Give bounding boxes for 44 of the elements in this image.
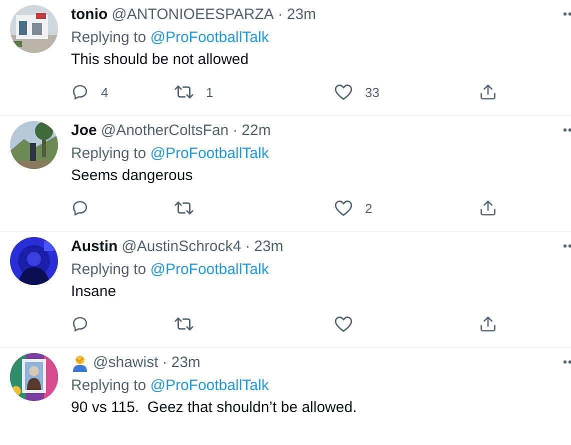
replying-label: Replying to: [71, 29, 146, 46]
user-handle[interactable]: @ANTONIOEESPARZA: [112, 4, 274, 26]
user-handle[interactable]: @AustinSchrock4: [122, 236, 242, 258]
more-icon[interactable]: [563, 244, 571, 248]
heart-icon[interactable]: [334, 315, 353, 333]
separator: ·: [278, 5, 283, 25]
user-handle[interactable]: @AnotherColtsFan: [100, 120, 229, 142]
replying-label: Replying to: [71, 261, 146, 278]
replying-label: Replying to: [71, 377, 146, 394]
timestamp[interactable]: 23m: [254, 236, 284, 258]
retweet-icon[interactable]: [174, 315, 194, 333]
retweet-count: 1: [206, 84, 214, 100]
separator: ·: [232, 121, 238, 141]
more-icon[interactable]: [563, 360, 571, 364]
reply-count: 4: [101, 84, 108, 100]
more-icon[interactable]: [563, 12, 571, 16]
tweet-text: Insane: [71, 283, 116, 300]
user-name[interactable]: Austin: [71, 236, 118, 258]
reply-icon[interactable]: [71, 199, 89, 217]
replying-label: Replying to: [71, 145, 146, 162]
separator: ·: [162, 353, 168, 373]
heart-icon[interactable]: [334, 199, 353, 217]
reply-icon[interactable]: [71, 315, 89, 333]
user-handle[interactable]: @shawist: [93, 352, 158, 374]
timestamp[interactable]: 22m: [242, 120, 271, 142]
separator: ·: [245, 237, 250, 257]
timestamp[interactable]: 23m: [171, 352, 200, 374]
retweet-icon[interactable]: [174, 199, 194, 217]
retweet-icon[interactable]: [174, 83, 194, 101]
user-name[interactable]: Joe: [71, 120, 97, 142]
heart-icon[interactable]: [334, 83, 353, 101]
timestamp[interactable]: 23m: [286, 4, 316, 26]
share-icon[interactable]: [479, 83, 497, 101]
tweet-text: Seems dangerous: [71, 167, 193, 184]
more-icon[interactable]: [563, 128, 571, 132]
tweet-text: 90 vs 115. Geez that shouldn’t be allowed.: [71, 399, 357, 416]
reply-icon[interactable]: [71, 83, 89, 101]
like-count: 33: [365, 84, 380, 100]
person-icon: [71, 354, 89, 372]
like-count: 2: [365, 200, 372, 216]
tweet-text: This should be not allowed: [71, 51, 249, 68]
share-icon[interactable]: [479, 199, 497, 217]
user-name[interactable]: tonio: [71, 4, 108, 26]
share-icon[interactable]: [479, 315, 497, 333]
